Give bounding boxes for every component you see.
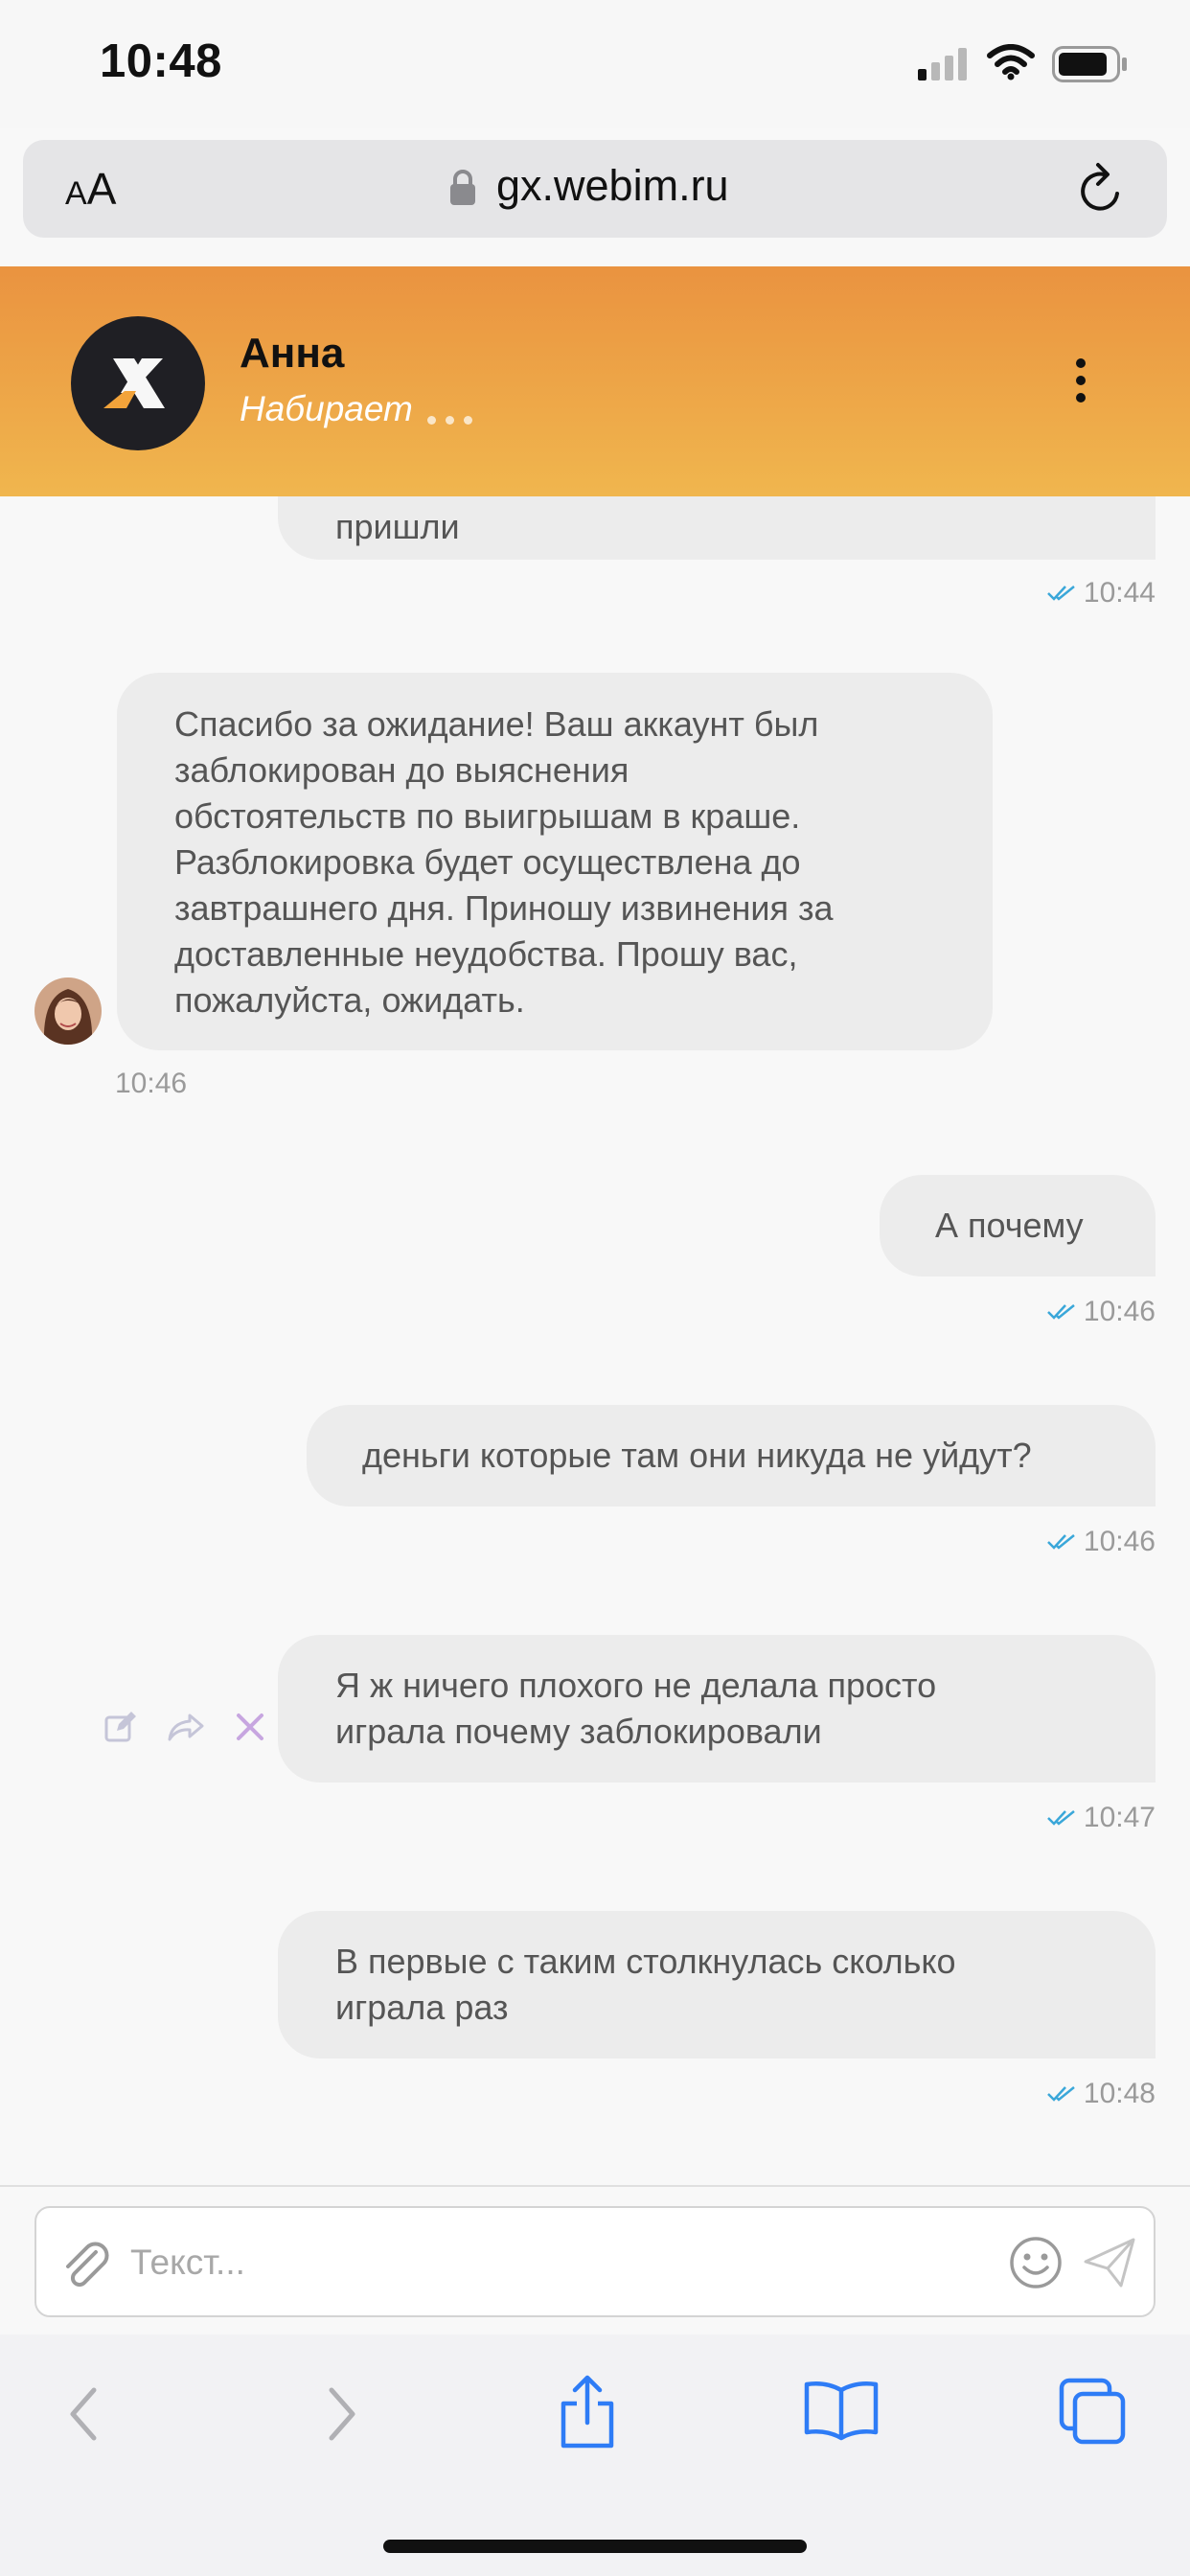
- chat-header: Анна Набирает: [0, 266, 1190, 496]
- message-actions: [103, 1710, 266, 1744]
- status-bar: 10:48: [0, 0, 1190, 128]
- message-time: 10:46: [115, 1068, 188, 1099]
- message-composer: [0, 2185, 1190, 2334]
- lock-icon: [450, 170, 475, 205]
- url-text[interactable]: gx.webim.ru: [496, 161, 729, 211]
- message-text: Я ж ничего плохого не делала просто игра…: [335, 1666, 937, 1751]
- send-icon[interactable]: [1083, 2237, 1136, 2288]
- read-check-icon: [1047, 1534, 1075, 1550]
- message-meta: 10:46: [1047, 1296, 1156, 1328]
- reply-icon[interactable]: [167, 1710, 205, 1744]
- message-text: В первые с таким столкнулась сколько игр…: [335, 1942, 956, 2027]
- read-check-icon: [1047, 2086, 1075, 2102]
- share-icon[interactable]: [558, 2373, 617, 2450]
- message-input[interactable]: [128, 2231, 1014, 2294]
- address-bar[interactable]: A A gx.webim.ru: [23, 140, 1167, 238]
- agent-typing-status: Набирает: [240, 389, 413, 428]
- tabs-icon[interactable]: [1058, 2377, 1127, 2446]
- message-meta: 10:47: [1047, 1802, 1156, 1834]
- message-list[interactable]: пришли 10:44 Спасибо за ожидание! Ваш ак…: [0, 496, 1190, 2185]
- message-meta: 10:46: [1047, 1526, 1156, 1558]
- message-time: 10:46: [1083, 1526, 1156, 1557]
- message-bubble-outgoing[interactable]: Я ж ничего плохого не делала просто игра…: [278, 1635, 1156, 1782]
- message-meta: 10:48: [1047, 2078, 1156, 2110]
- typing-indicator: [427, 416, 472, 425]
- reload-icon[interactable]: [1075, 161, 1129, 218]
- agent-name: Анна: [240, 330, 345, 377]
- more-vertical-icon[interactable]: [1062, 358, 1100, 416]
- message-bubble-outgoing[interactable]: А почему: [880, 1175, 1156, 1276]
- webim-logo-icon: [71, 316, 205, 450]
- paperclip-icon[interactable]: [59, 2239, 111, 2290]
- edit-icon[interactable]: [103, 1710, 138, 1744]
- message-bubble-outgoing[interactable]: деньги которые там они никуда не уйдут?: [307, 1405, 1156, 1506]
- emoji-icon[interactable]: [1008, 2235, 1064, 2290]
- wifi-icon: [987, 44, 1035, 80]
- message-time: 10:47: [1083, 1802, 1156, 1833]
- message-meta: 10:44: [1047, 577, 1156, 610]
- message-bubble-outgoing[interactable]: В первые с таким столкнулась сколько игр…: [278, 1911, 1156, 2058]
- message-text: пришли: [335, 507, 460, 546]
- text-size-button[interactable]: A A: [65, 163, 116, 215]
- message-bubble-outgoing[interactable]: пришли: [278, 496, 1156, 560]
- signal-icon: [918, 48, 967, 80]
- status-time: 10:48: [100, 35, 222, 87]
- message-time: 10:46: [1083, 1296, 1156, 1327]
- message-time: 10:44: [1083, 577, 1156, 609]
- delete-icon[interactable]: [234, 1711, 266, 1743]
- read-check-icon: [1047, 1810, 1075, 1826]
- message-text: деньги которые там они никуда не уйдут?: [362, 1436, 1032, 1475]
- home-indicator[interactable]: [383, 2540, 807, 2553]
- read-check-icon: [1047, 1304, 1075, 1320]
- read-check-icon: [1047, 586, 1075, 601]
- text-size-large-label: A: [86, 164, 117, 214]
- operator-avatar: [34, 978, 102, 1045]
- forward-icon[interactable]: [318, 2380, 364, 2448]
- message-bubble-incoming[interactable]: Спасибо за ожидание! Ваш аккаунт был заб…: [117, 673, 993, 1050]
- message-text: А почему: [935, 1206, 1084, 1245]
- bookmarks-icon[interactable]: [803, 2379, 880, 2442]
- message-time: 10:48: [1083, 2078, 1156, 2109]
- battery-icon: [1052, 46, 1127, 82]
- browser-toolbar: [0, 2334, 1190, 2576]
- text-size-small-label: A: [65, 175, 87, 212]
- message-input-box[interactable]: [34, 2206, 1156, 2317]
- message-text: Спасибо за ожидание! Ваш аккаунт был заб…: [174, 704, 834, 1020]
- back-icon[interactable]: [61, 2380, 107, 2448]
